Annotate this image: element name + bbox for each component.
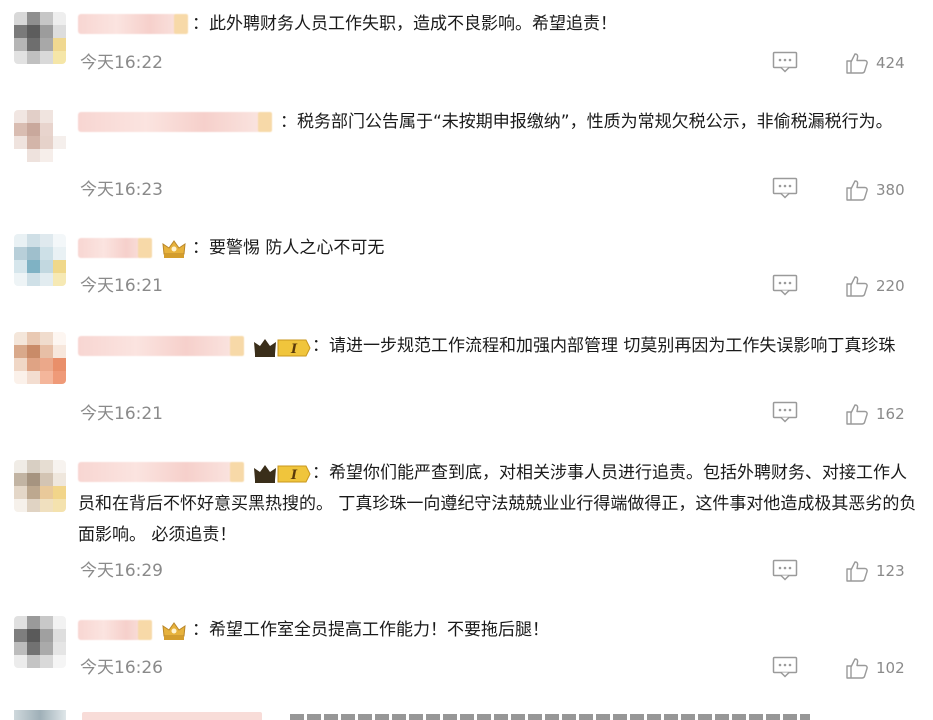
avatar[interactable] [14, 460, 66, 512]
avatar[interactable] [14, 616, 66, 668]
avatar[interactable] [14, 110, 66, 162]
vip-crown-icon[interactable] [161, 620, 187, 642]
avatar[interactable] [14, 710, 66, 720]
partial-comment-item [0, 708, 933, 720]
timestamp: 今天16:23 [80, 180, 163, 200]
like-count: 380 [876, 181, 905, 199]
comment-icon[interactable] [772, 559, 798, 581]
comment-text: ：此外聘财务人员工作失职，造成不良影响。希望追责！ [192, 14, 617, 34]
comment-text: ：要警惕 防人之心不可无 [192, 238, 385, 258]
timestamp: 今天16:21 [80, 404, 163, 424]
comment-icon[interactable] [772, 274, 798, 296]
comment-icon[interactable] [772, 656, 798, 678]
like-count: 102 [876, 659, 905, 677]
thumbs-up-icon[interactable] [845, 178, 869, 202]
thumbs-up-icon[interactable] [845, 402, 869, 426]
timestamp: 今天16:21 [80, 276, 163, 296]
thumbs-up-icon[interactable] [845, 559, 869, 583]
timestamp: 今天16:29 [80, 561, 163, 581]
comment-text: ：税务部门公告属于“未按期申报缴纳”，性质为常规欠税公示，非偷税漏税行为。 [280, 112, 893, 132]
like-count: 424 [876, 54, 905, 72]
username[interactable] [82, 712, 262, 720]
like-count: 162 [876, 405, 905, 423]
comment-icon[interactable] [772, 51, 798, 73]
like-count: 220 [876, 277, 905, 295]
comment-icon[interactable] [772, 401, 798, 423]
username[interactable] [78, 620, 152, 640]
timestamp: 今天16:26 [80, 658, 163, 678]
thumbs-up-icon[interactable] [845, 51, 869, 75]
comment-icon[interactable] [772, 177, 798, 199]
like-count: 123 [876, 562, 905, 580]
comment-text-partial [290, 714, 810, 720]
username[interactable] [78, 14, 188, 34]
username[interactable] [78, 112, 272, 132]
thumbs-up-icon[interactable] [845, 274, 869, 298]
avatar[interactable] [14, 234, 66, 286]
comment-text: ：请进一步规范工作流程和加强内部管理 切莫别再因为工作失误影响丁真珍珠 [312, 336, 896, 356]
avatar[interactable] [14, 12, 66, 64]
comment-text: ：希望工作室全员提高工作能力！不要拖后腿！ [192, 620, 549, 640]
username[interactable] [78, 238, 152, 258]
avatar[interactable] [14, 332, 66, 384]
comment-text: ：希望你们能严查到底，对相关涉事人员进行追责。包括外聘财务、对接工作人员和在背后… [78, 463, 917, 545]
thumbs-up-icon[interactable] [845, 656, 869, 680]
timestamp: 今天16:22 [80, 53, 163, 73]
vip-crown-icon[interactable] [161, 238, 187, 260]
